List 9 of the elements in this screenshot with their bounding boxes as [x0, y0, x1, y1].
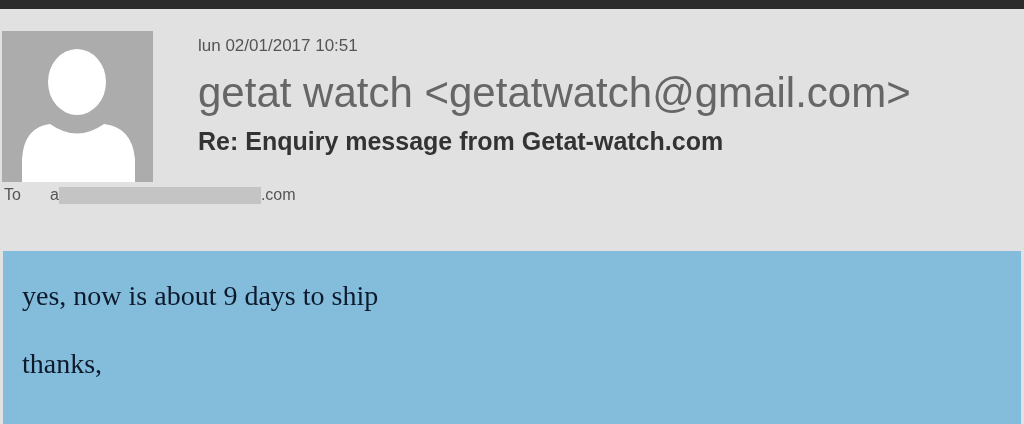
body-paragraph: thanks,: [22, 347, 104, 381]
subject-text: Re: Enquiry message from Getat-watch.com: [198, 125, 725, 157]
recipient-address-end: .com: [260, 185, 296, 205]
date-text: lun 02/01/2017 10:51: [198, 35, 359, 57]
recipient-address-start: a: [50, 185, 59, 205]
sender-name: getat watch <getatwatch@gmail.com>: [198, 68, 911, 117]
avatar-icon: [2, 31, 153, 182]
to-label: To: [4, 185, 22, 205]
body-paragraph: yes, now is about 9 days to ship: [22, 279, 380, 313]
